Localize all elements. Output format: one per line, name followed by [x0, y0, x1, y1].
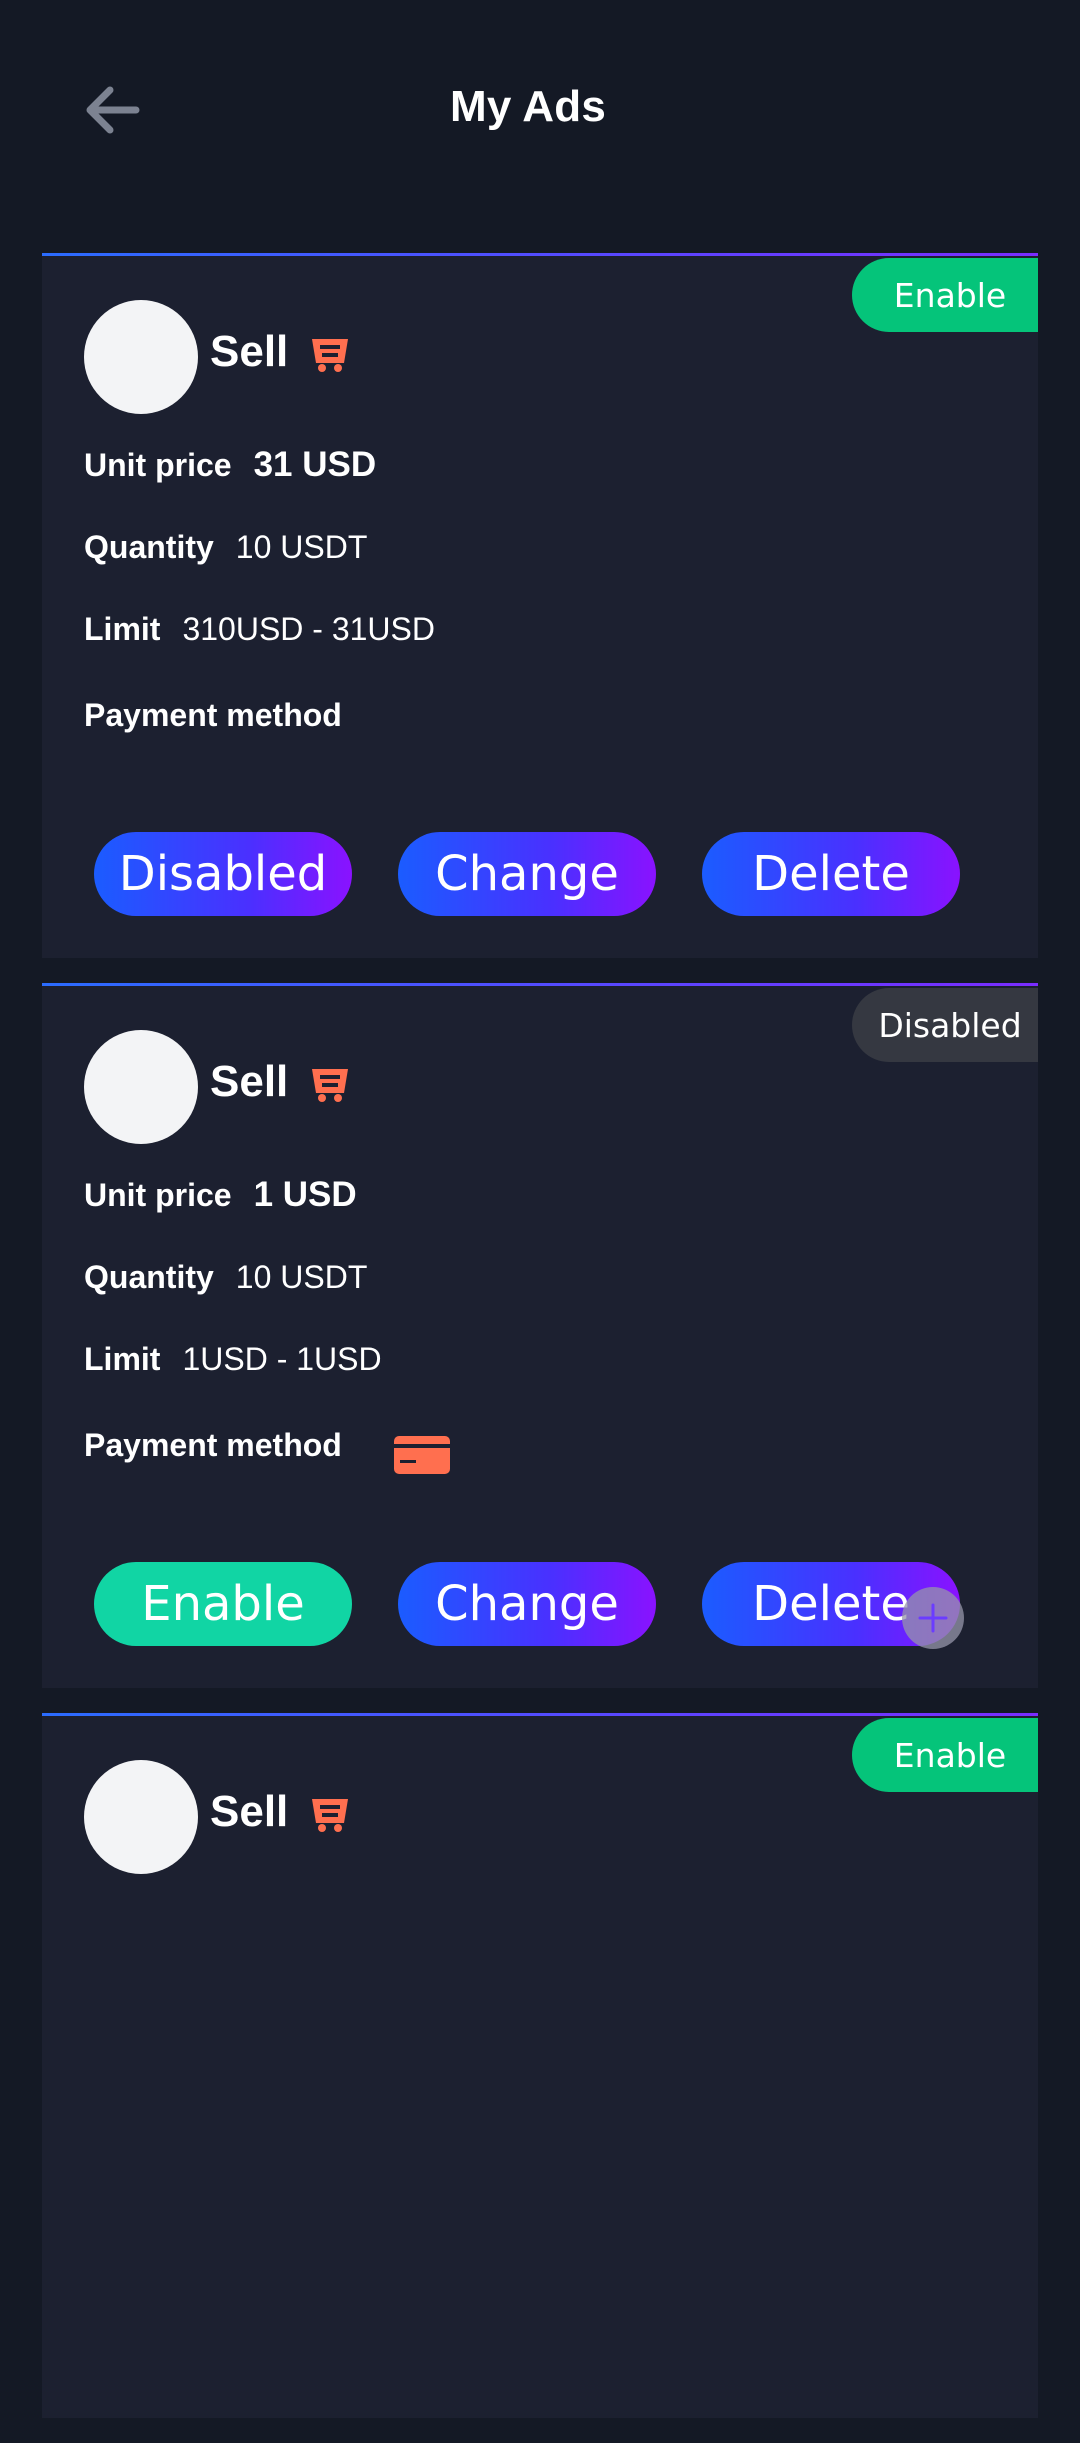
status-badge: Disabled [852, 988, 1038, 1062]
ad-side-label: Sell [210, 327, 289, 376]
limit-label: Limit [84, 611, 161, 647]
payment-method-label: Payment method [84, 1427, 342, 1463]
quantity-label: Quantity [84, 1259, 214, 1295]
change-button[interactable]: Change [398, 832, 656, 916]
card-divider [42, 1713, 1038, 1716]
ad-card: Enable Sell Unit price 31 USD Quantity 10 … [42, 253, 1038, 958]
cart-icon [312, 1069, 348, 1102]
plus-icon [918, 1603, 948, 1633]
avatar [84, 1030, 198, 1144]
unit-price-value: 1 USD [253, 1175, 357, 1214]
quantity-row: Quantity 10 USDT [84, 529, 367, 566]
ad-card: Disabled Sell Unit price 1 USD Quantity 10… [42, 983, 1038, 1688]
payment-method-row: Payment method [84, 697, 342, 734]
unit-price-row: Unit price 31 USD [84, 445, 376, 485]
quantity-row: Quantity 10 USDT [84, 1259, 367, 1296]
unit-price-value: 31 USD [253, 445, 377, 484]
status-badge: Enable [852, 1718, 1038, 1792]
status-badge: Enable [852, 258, 1038, 332]
unit-price-row: Unit price 1 USD [84, 1175, 357, 1215]
avatar [84, 300, 198, 414]
header: My Ads [0, 0, 1080, 220]
ad-side-label: Sell [210, 1787, 289, 1836]
quantity-label: Quantity [84, 529, 214, 565]
enable-button[interactable]: Enable [94, 1562, 352, 1646]
limit-value: 1USD - 1USD [182, 1341, 382, 1377]
change-button[interactable]: Change [398, 1562, 656, 1646]
card-divider [42, 983, 1038, 986]
limit-label: Limit [84, 1341, 161, 1377]
disable-button[interactable]: Disabled [94, 832, 352, 916]
unit-price-label: Unit price [84, 447, 232, 483]
avatar [84, 1760, 198, 1874]
ads-list: Enable Sell Unit price 31 USD Quantity 10 … [42, 253, 1038, 2443]
limit-value: 310USD - 31USD [182, 611, 435, 647]
cart-icon [312, 1799, 348, 1832]
page-title: My Ads [449, 82, 607, 131]
payment-method-label: Payment method [84, 697, 342, 733]
payment-method-row: Payment method [84, 1427, 342, 1464]
limit-row: Limit 310USD - 31USD [84, 611, 435, 648]
unit-price-label: Unit price [84, 1177, 232, 1213]
quantity-value: 10 USDT [235, 1259, 368, 1295]
add-ad-button[interactable] [902, 1587, 964, 1649]
quantity-value: 10 USDT [235, 529, 368, 565]
cart-icon [312, 339, 348, 372]
credit-card-icon [394, 1436, 450, 1474]
delete-button[interactable]: Delete [702, 832, 960, 916]
card-divider [42, 253, 1038, 256]
ad-side-label: Sell [210, 1057, 289, 1106]
ad-card: Enable Sell [42, 1713, 1038, 2418]
limit-row: Limit 1USD - 1USD [84, 1341, 382, 1378]
